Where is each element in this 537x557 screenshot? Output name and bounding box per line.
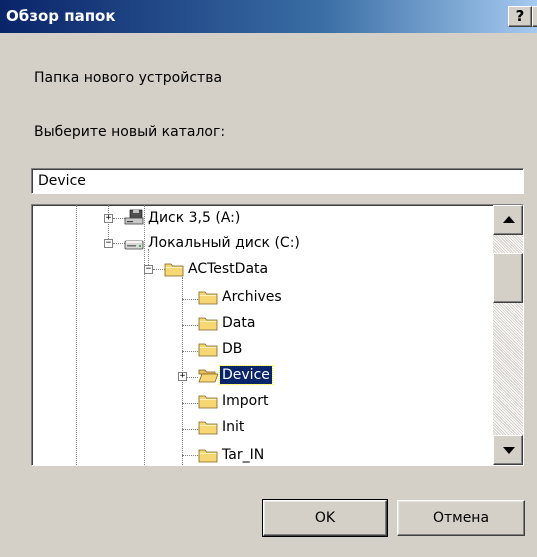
browse-folders-dialog: Обзор папок ? X Папка нового устройства … — [0, 0, 537, 557]
open-folder-icon — [198, 369, 218, 383]
folder-icon — [198, 343, 218, 357]
title-bar[interactable]: Обзор папок ? X — [0, 0, 537, 33]
dialog-description: Папка нового устройства — [34, 70, 223, 86]
folder-icon — [198, 421, 218, 435]
help-button[interactable]: ? — [508, 6, 532, 27]
tree-item-label: Archives — [222, 289, 282, 305]
folder-tree-content: + Диск 3,5 (A:) − Локальный диск (C:) − … — [32, 205, 492, 465]
tree-item-label: Import — [222, 393, 269, 409]
tree-item-actestdata[interactable]: − ACTestData — [32, 259, 472, 283]
tree-item-floppy-drive[interactable]: + Диск 3,5 (A:) — [32, 207, 472, 231]
tree-item-label: Data — [222, 315, 256, 331]
scroll-up-button[interactable] — [493, 205, 523, 235]
folder-icon — [198, 395, 218, 409]
tree-item-import[interactable]: Import — [32, 391, 472, 415]
tree-item-tar-in[interactable]: Tar_IN — [32, 445, 472, 465]
folder-tree[interactable]: + Диск 3,5 (A:) − Локальный диск (C:) − … — [31, 204, 524, 466]
tree-item-label: Диск 3,5 (A:) — [148, 210, 241, 226]
tree-item-label-selected: Device — [219, 365, 273, 385]
folder-icon — [198, 291, 218, 305]
tree-item-label: ACTestData — [188, 261, 269, 277]
tree-item-init[interactable]: Init — [32, 417, 472, 441]
tree-item-db[interactable]: DB — [32, 339, 472, 363]
tree-item-label: Init — [222, 419, 245, 435]
folder-prompt-label: Выберите новый каталог: — [34, 124, 226, 140]
tree-item-data[interactable]: Data — [32, 313, 472, 337]
arrow-down-icon — [503, 447, 515, 454]
tree-item-label: DB — [222, 341, 243, 357]
hard-drive-icon — [124, 240, 144, 250]
window-title: Обзор папок — [6, 7, 116, 25]
folder-icon — [164, 263, 184, 277]
tree-item-label: Tar_IN — [222, 447, 265, 463]
cancel-button[interactable]: Отмена — [397, 500, 525, 536]
close-button[interactable]: X — [532, 6, 537, 27]
folder-icon — [198, 449, 218, 463]
scroll-down-button[interactable] — [493, 435, 523, 465]
ok-button[interactable]: OK — [262, 499, 388, 537]
tree-item-label: Локальный диск (C:) — [148, 235, 300, 251]
floppy-drive-icon — [124, 209, 144, 225]
tree-item-archives[interactable]: Archives — [32, 287, 472, 311]
folder-icon — [198, 317, 218, 331]
tree-item-local-disk[interactable]: − Локальный диск (C:) — [32, 233, 472, 257]
collapse-toggle[interactable]: − — [144, 265, 153, 274]
tree-item-device[interactable]: + Device — [32, 365, 472, 389]
collapse-toggle[interactable]: − — [104, 239, 113, 248]
tree-vertical-scrollbar[interactable] — [493, 205, 523, 465]
scrollbar-thumb[interactable] — [493, 253, 523, 303]
expand-toggle[interactable]: + — [104, 214, 113, 223]
folder-name-input[interactable] — [31, 168, 524, 194]
expand-toggle[interactable]: + — [178, 372, 187, 381]
arrow-up-icon — [503, 216, 515, 223]
